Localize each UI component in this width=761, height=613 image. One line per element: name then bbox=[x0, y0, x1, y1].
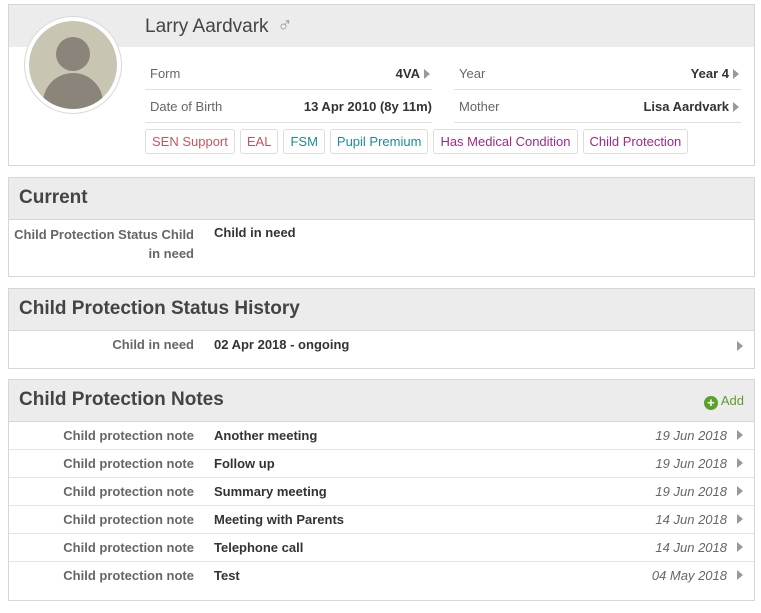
tag-sen-support[interactable]: SEN Support bbox=[145, 129, 235, 154]
avatar bbox=[24, 16, 122, 114]
note-type: Child protection note bbox=[63, 456, 194, 471]
year-field[interactable]: Year Year 4 bbox=[454, 57, 741, 90]
status-tags: SEN Support EAL FSM Pupil Premium Has Medica… bbox=[145, 129, 693, 154]
mother-label: Mother bbox=[459, 99, 500, 114]
note-row[interactable]: Child protection note Summary meeting 19… bbox=[9, 478, 754, 506]
chevron-right-icon bbox=[737, 570, 743, 580]
history-panel: Child Protection Status History Child in… bbox=[8, 288, 755, 369]
note-row[interactable]: Child protection note Another meeting 19… bbox=[9, 422, 754, 450]
note-type: Child protection note bbox=[63, 428, 194, 443]
note-title: Summary meeting bbox=[214, 484, 327, 499]
tag-child-protection[interactable]: Child Protection bbox=[582, 129, 689, 154]
tag-pupil-premium[interactable]: Pupil Premium bbox=[329, 129, 429, 154]
note-title: Test bbox=[214, 568, 240, 583]
dob-field: Date of Birth 13 Apr 2010 (8y 11m) bbox=[145, 90, 432, 123]
note-row[interactable]: Child protection note Test 04 May 2018 bbox=[9, 562, 754, 590]
mother-value: Lisa Aardvark bbox=[643, 99, 729, 114]
note-row[interactable]: Child protection note Telephone call 14 … bbox=[9, 534, 754, 562]
note-title: Meeting with Parents bbox=[214, 512, 345, 527]
avatar-placeholder-icon bbox=[29, 21, 117, 109]
dob-value: 13 Apr 2010 (8y 11m) bbox=[303, 99, 432, 114]
tag-medical-condition[interactable]: Has Medical Condition bbox=[433, 129, 578, 154]
current-title: Current bbox=[19, 187, 88, 208]
note-date: 19 Jun 2018 bbox=[655, 428, 727, 443]
chevron-right-icon bbox=[737, 542, 743, 552]
notes-title: Child Protection Notes bbox=[19, 389, 224, 410]
form-value: 4VA bbox=[395, 66, 420, 81]
history-row-value: 02 Apr 2018 - ongoing bbox=[214, 337, 350, 352]
mother-field[interactable]: Mother Lisa Aardvark bbox=[454, 90, 741, 123]
add-note-label: Add bbox=[720, 393, 744, 408]
male-gender-icon: ♂ bbox=[277, 14, 293, 37]
note-title: Follow up bbox=[214, 456, 275, 471]
note-type: Child protection note bbox=[63, 484, 194, 499]
chevron-right-icon bbox=[737, 341, 743, 351]
note-row[interactable]: Child protection note Meeting with Paren… bbox=[9, 506, 754, 534]
current-status-key: Child Protection Status Child in need bbox=[14, 227, 194, 261]
form-field[interactable]: Form 4VA bbox=[145, 57, 432, 90]
tag-eal[interactable]: EAL bbox=[239, 129, 279, 154]
history-panel-header: Child Protection Status History bbox=[9, 289, 754, 331]
form-label: Form bbox=[150, 66, 181, 81]
current-status-value: Child in need bbox=[214, 225, 296, 240]
tag-fsm[interactable]: FSM bbox=[283, 129, 325, 154]
note-type: Child protection note bbox=[63, 540, 194, 555]
profile-header-bar bbox=[9, 5, 754, 47]
note-date: 19 Jun 2018 bbox=[655, 484, 727, 499]
history-row-key: Child in need bbox=[112, 337, 194, 352]
chevron-right-icon bbox=[737, 486, 743, 496]
chevron-right-icon bbox=[737, 458, 743, 468]
note-row[interactable]: Child protection note Follow up 19 Jun 2… bbox=[9, 450, 754, 478]
note-date: 14 Jun 2018 bbox=[655, 540, 727, 555]
year-label: Year bbox=[459, 66, 486, 81]
note-title: Telephone call bbox=[214, 540, 304, 555]
note-title: Another meeting bbox=[214, 428, 318, 443]
history-row[interactable]: Child in need 02 Apr 2018 - ongoing bbox=[9, 331, 754, 368]
year-value: Year 4 bbox=[690, 66, 729, 81]
note-date: 04 May 2018 bbox=[651, 568, 727, 583]
notes-panel-header: Child Protection Notes + Add bbox=[9, 380, 754, 422]
history-title: Child Protection Status History bbox=[19, 298, 300, 319]
plus-circle-icon: + bbox=[703, 396, 718, 410]
current-panel-header: Current bbox=[9, 178, 754, 220]
chevron-right-icon bbox=[737, 514, 743, 524]
chevron-right-icon bbox=[424, 69, 430, 79]
current-status-row: Child Protection Status Child in need Ch… bbox=[9, 220, 754, 276]
note-date: 14 Jun 2018 bbox=[655, 512, 727, 527]
student-name: Larry Aardvark bbox=[145, 16, 269, 37]
note-date: 19 Jun 2018 bbox=[655, 456, 727, 471]
dob-label: Date of Birth bbox=[150, 99, 223, 114]
chevron-right-icon bbox=[733, 102, 739, 112]
notes-panel: Child Protection Notes + Add Child protec… bbox=[8, 379, 755, 601]
chevron-right-icon bbox=[733, 69, 739, 79]
add-note-button[interactable]: + Add bbox=[703, 393, 744, 410]
current-panel: Current Child Protection Status Child in… bbox=[8, 177, 755, 277]
chevron-right-icon bbox=[737, 430, 743, 440]
student-profile-card: Larry Aardvark ♂ Form 4VA Year Year 4 Da… bbox=[8, 4, 755, 166]
note-type: Child protection note bbox=[63, 512, 194, 527]
note-type: Child protection note bbox=[63, 568, 194, 583]
